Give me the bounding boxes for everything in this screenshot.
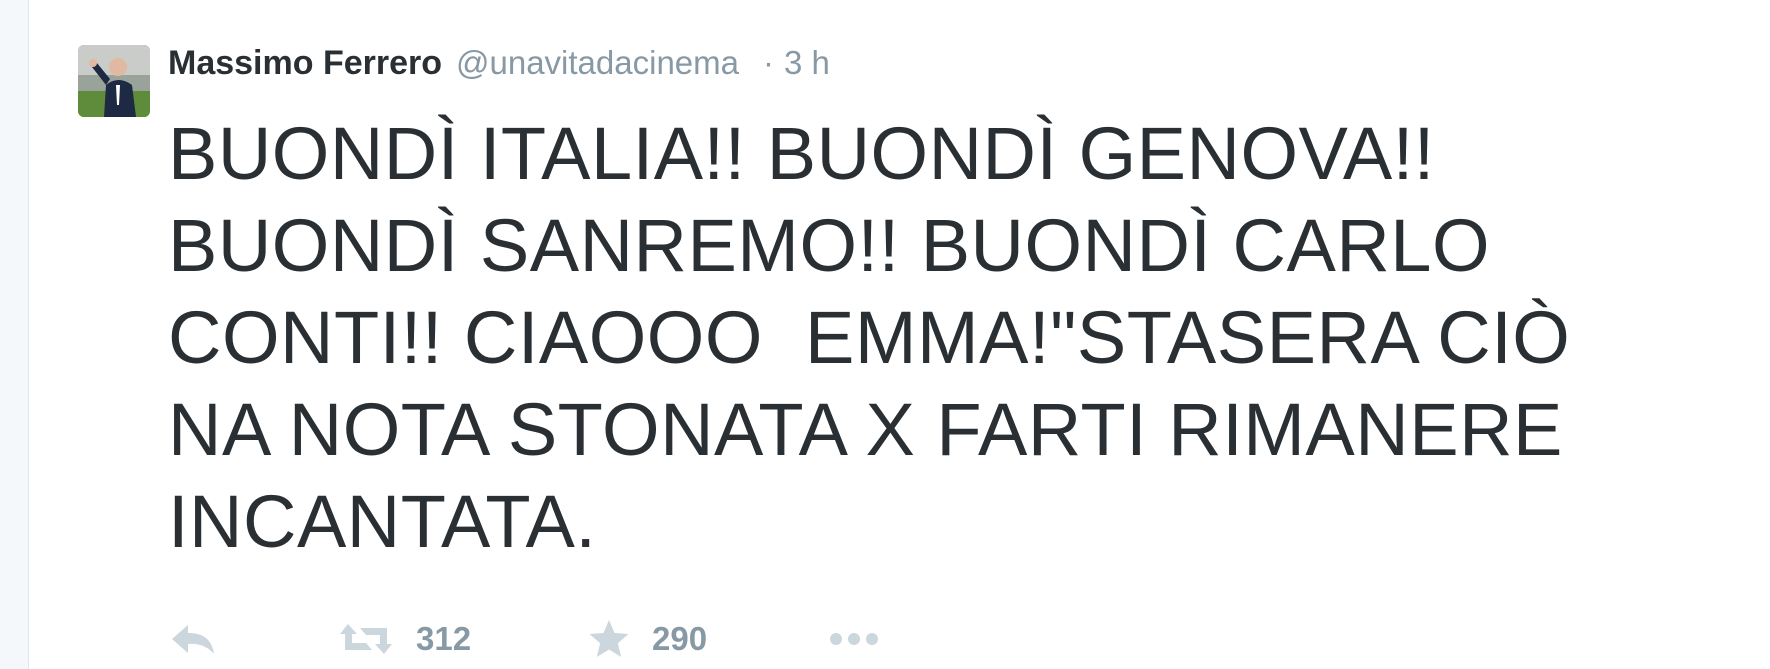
timestamp[interactable]: 3 h: [784, 44, 830, 82]
tweet-text: BUONDÌ ITALIA!! BUONDÌ GENOVA!! BUONDÌ S…: [168, 112, 1571, 563]
reply-icon: [172, 625, 214, 654]
left-edge-panel: [0, 0, 29, 669]
more-icon: [830, 633, 878, 645]
reply-button[interactable]: [168, 622, 338, 656]
tweet-page: Massimo Ferrero @unavitadacinema · 3 h B…: [0, 0, 1770, 669]
star-icon: [589, 620, 629, 657]
retweet-count: 312: [416, 620, 472, 657]
separator-dot: ·: [763, 44, 774, 81]
avatar[interactable]: [78, 45, 150, 117]
favorite-button[interactable]: 290: [588, 619, 828, 659]
tweet-header: Massimo Ferrero @unavitadacinema · 3 h: [168, 44, 830, 88]
tweet-actions: 312 290: [168, 614, 880, 664]
retweet-button[interactable]: 312: [338, 620, 588, 658]
retweet-icon: [340, 624, 392, 654]
author-name[interactable]: Massimo Ferrero: [168, 44, 442, 83]
more-button[interactable]: [828, 631, 880, 647]
author-handle[interactable]: @unavitadacinema: [456, 44, 739, 82]
favorite-count: 290: [652, 620, 708, 657]
avatar-image: [78, 45, 150, 117]
